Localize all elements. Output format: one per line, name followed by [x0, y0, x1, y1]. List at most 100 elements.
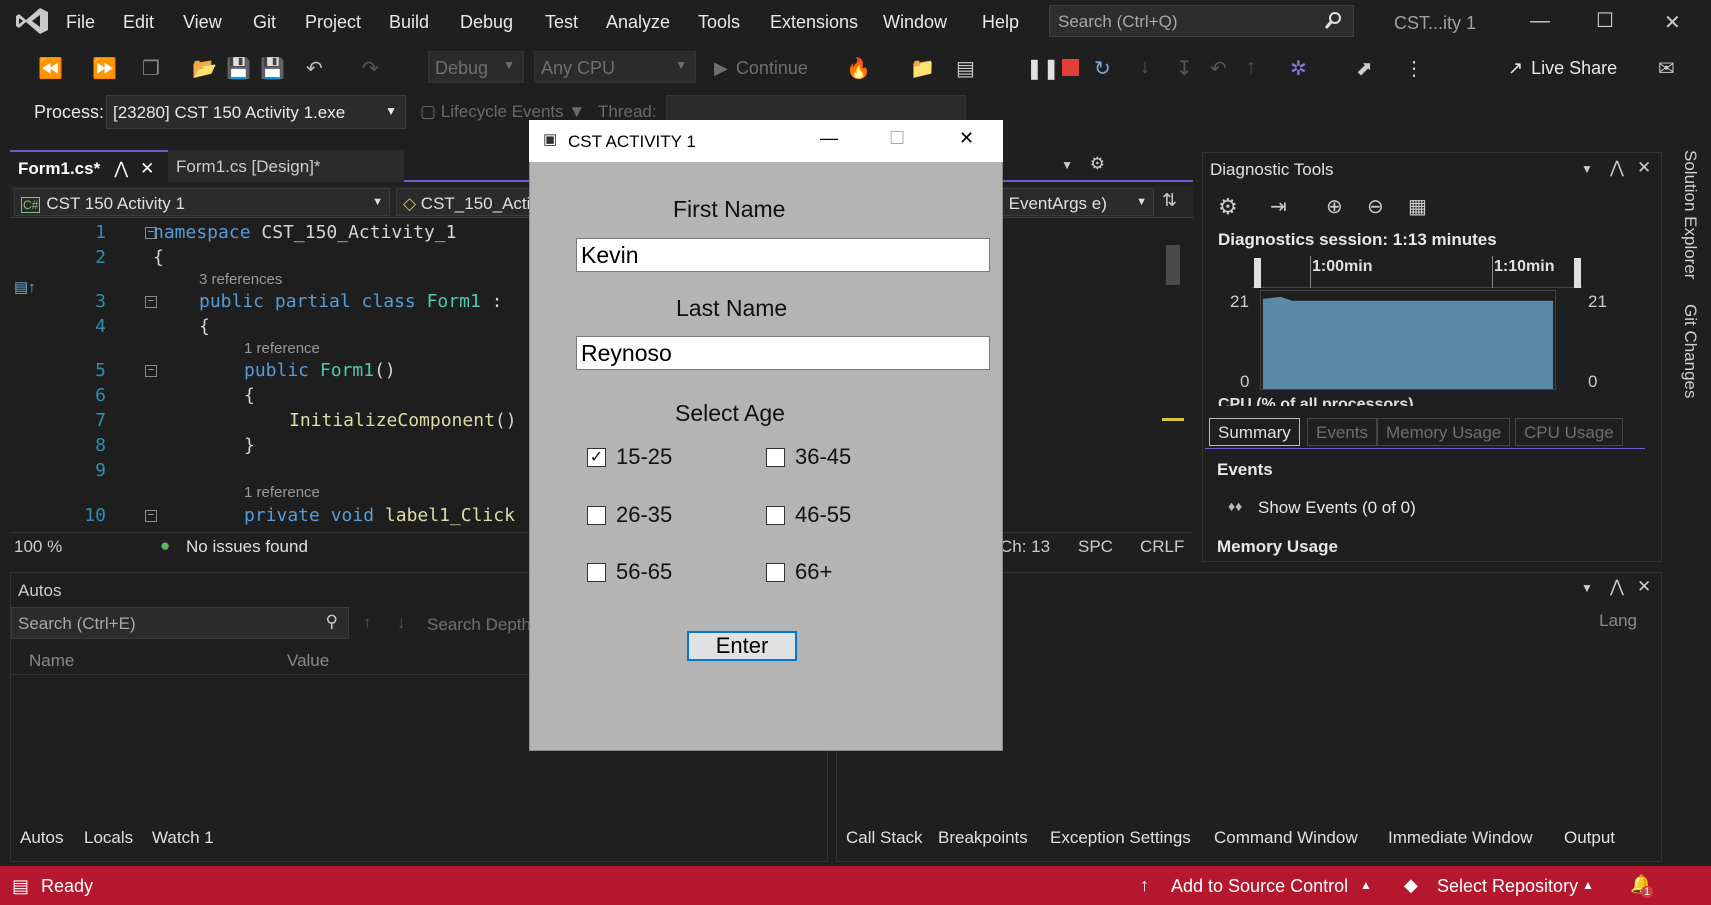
menu-item-debug[interactable]: Debug	[460, 12, 513, 33]
redo-icon[interactable]: ↷	[362, 56, 379, 81]
column-value[interactable]: Value	[287, 651, 329, 671]
new-project-icon[interactable]: ❐	[142, 56, 160, 81]
line-ending-indicator[interactable]: CRLF	[1140, 537, 1184, 557]
visual-studio-logo-icon[interactable]	[14, 6, 50, 36]
column-indicator[interactable]: Ch: 13	[1000, 537, 1050, 557]
tab-cpu-usage[interactable]: CPU Usage	[1515, 418, 1623, 446]
save-icon[interactable]: 💾	[226, 56, 251, 81]
gear-icon[interactable]: ⚙	[1090, 154, 1105, 174]
menu-item-window[interactable]: Window	[883, 12, 947, 33]
class-dropdown[interactable]: ◇ CST_150_Acti	[396, 188, 536, 216]
editor-scrollbar[interactable]	[1162, 220, 1184, 530]
tab-exception-settings[interactable]: Exception Settings	[1050, 828, 1191, 848]
git-changes-tab[interactable]: Git Changes	[1680, 304, 1700, 399]
maximize-icon[interactable]: ☐	[1596, 8, 1614, 33]
menu-item-edit[interactable]: Edit	[123, 12, 154, 33]
zoom-in-icon[interactable]: ⊕	[1326, 194, 1343, 219]
chevron-down-icon[interactable]: ▼	[1581, 162, 1593, 176]
lifecycle-events-dropdown[interactable]: ▢ Lifecycle Events ▼	[420, 102, 585, 122]
restart-icon[interactable]: ↻	[1094, 56, 1111, 81]
pause-icon[interactable]: ❚❚	[1026, 56, 1060, 81]
column-lang[interactable]: Lang	[1599, 611, 1637, 631]
export-icon[interactable]: ⇥	[1270, 194, 1287, 219]
tab-locals[interactable]: Locals	[84, 828, 133, 848]
menu-item-build[interactable]: Build	[389, 12, 429, 33]
chart-icon[interactable]: ▦	[1408, 194, 1427, 219]
step-out-icon[interactable]: ↑	[1246, 56, 1256, 79]
layout-icon[interactable]: ⋮	[1404, 56, 1424, 81]
cpu-usage-chart[interactable]	[1260, 290, 1556, 390]
feedback-icon[interactable]: ✉	[1658, 56, 1675, 81]
pin-icon[interactable]: ⋀	[1610, 577, 1624, 597]
last-name-field[interactable]	[576, 336, 990, 370]
browser-link-icon[interactable]: ▤	[956, 56, 975, 81]
codelens-references[interactable]: 1 reference	[244, 484, 320, 501]
form-maximize-icon[interactable]: ☐	[889, 128, 905, 149]
tab-autos[interactable]: Autos	[20, 828, 63, 848]
continue-button[interactable]: ▶ Continue	[714, 58, 808, 79]
menu-item-view[interactable]: View	[183, 12, 222, 33]
tab-form1-design[interactable]: Form1.cs [Design]*	[168, 150, 404, 182]
tab-watch-1[interactable]: Watch 1	[152, 828, 214, 848]
arrow-down-icon[interactable]: ↓	[397, 613, 406, 633]
enter-button[interactable]: Enter	[687, 631, 797, 661]
menu-item-file[interactable]: File	[66, 12, 95, 33]
process-dropdown[interactable]: [23280] CST 150 Activity 1.exe ▼	[106, 95, 406, 129]
folder-icon[interactable]: 📁	[910, 56, 935, 81]
tab-call-stack[interactable]: Call Stack	[846, 828, 923, 848]
menu-item-help[interactable]: Help	[982, 12, 1019, 33]
codelens-references[interactable]: 3 references	[199, 271, 282, 288]
form-close-icon[interactable]: ✕	[959, 128, 974, 149]
chevron-down-icon[interactable]: ▼	[1581, 581, 1593, 595]
zoom-level[interactable]: 100 %	[14, 537, 62, 557]
open-folder-icon[interactable]: 📂	[192, 56, 217, 81]
select-repository[interactable]: Select Repository	[1437, 876, 1578, 897]
close-icon[interactable]: ✕	[1664, 10, 1681, 35]
tab-immediate-window[interactable]: Immediate Window	[1388, 828, 1533, 848]
arrow-up-icon[interactable]: ↑	[363, 613, 372, 633]
minimize-icon[interactable]: —	[1530, 10, 1550, 33]
undo-icon[interactable]: ↶	[306, 56, 323, 81]
timeline-right-handle[interactable]	[1574, 258, 1581, 288]
menu-item-git[interactable]: Git	[253, 12, 276, 33]
stop-icon[interactable]	[1062, 59, 1079, 76]
codelens-references[interactable]: 1 reference	[244, 340, 320, 357]
age-checkbox-56-65[interactable]: 56-65	[587, 559, 672, 585]
pin-icon[interactable]: ⋀	[114, 159, 128, 178]
age-checkbox-15-25[interactable]: ✓ 15-25	[587, 444, 672, 470]
whitespace-indicator[interactable]: SPC	[1078, 537, 1113, 557]
show-events-link[interactable]: Show Events (0 of 0)	[1258, 498, 1416, 518]
menu-item-tools[interactable]: Tools	[698, 12, 740, 33]
menu-item-test[interactable]: Test	[545, 12, 578, 33]
tab-command-window[interactable]: Command Window	[1214, 828, 1358, 848]
save-all-icon[interactable]: 💾	[260, 56, 285, 81]
zoom-out-icon[interactable]: ⊖	[1367, 194, 1384, 219]
tab-overflow-icon[interactable]: ▼	[1061, 158, 1073, 172]
solution-explorer-tab[interactable]: Solution Explorer	[1680, 150, 1700, 279]
diagnostics-icon[interactable]: ✲	[1290, 56, 1307, 81]
settings-icon[interactable]: ⚙	[1218, 194, 1238, 220]
step-into-icon[interactable]: ↓	[1140, 56, 1150, 79]
autos-search-input[interactable]: Search (Ctrl+E) ⚲	[11, 607, 349, 639]
configuration-dropdown[interactable]: Debug ▼	[428, 51, 524, 83]
tab-breakpoints[interactable]: Breakpoints	[938, 828, 1028, 848]
search-input[interactable]: Search (Ctrl+Q)	[1049, 5, 1354, 37]
member-dropdown[interactable]: er, EventArgs e) ▼	[978, 188, 1154, 216]
issues-status[interactable]: No issues found	[186, 537, 308, 557]
form-minimize-icon[interactable]: —	[820, 128, 838, 149]
tab-memory-usage[interactable]: Memory Usage	[1377, 418, 1511, 446]
step-over-icon[interactable]: ↧	[1176, 56, 1193, 81]
timeline-ruler[interactable]: 1:00min 1:10min	[1252, 256, 1582, 288]
pin-icon[interactable]: ⋀	[1610, 158, 1624, 178]
timeline-left-handle[interactable]	[1254, 258, 1261, 288]
hot-reload-icon[interactable]: 🔥	[846, 56, 871, 81]
menu-item-analyze[interactable]: Analyze	[606, 12, 670, 33]
tab-form1-cs[interactable]: Form1.cs* ⋀ ✕	[10, 150, 168, 182]
forward-icon[interactable]: ⏩	[92, 56, 117, 81]
age-checkbox-36-45[interactable]: 36-45	[766, 444, 851, 470]
menu-item-extensions[interactable]: Extensions	[770, 12, 858, 33]
column-name[interactable]: Name	[29, 651, 74, 671]
age-checkbox-46-55[interactable]: 46-55	[766, 502, 851, 528]
project-dropdown[interactable]: C# CST 150 Activity 1 ▼	[14, 188, 390, 216]
tab-output[interactable]: Output	[1564, 828, 1615, 848]
